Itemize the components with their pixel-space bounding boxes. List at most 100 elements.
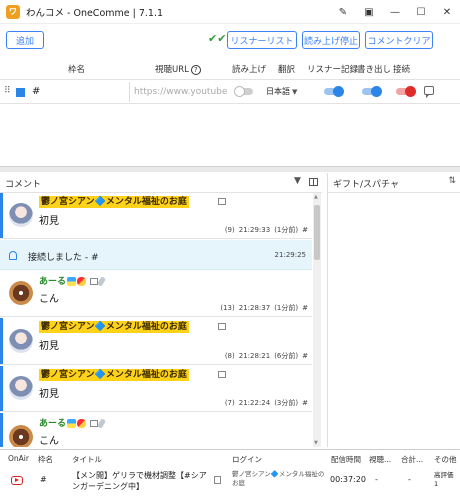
comment-item[interactable]: 鬱ノ宮シアン🔷メンタル福祉のお庭 初見 (7) 21:22:24 (3分前) # (0, 366, 312, 412)
emoji-icon (67, 277, 77, 286)
member-icon (218, 323, 226, 330)
comment-item[interactable]: あーる こん (13) 21:28:37 (1分前) # (0, 271, 312, 317)
stream-other: 高評価 1 (434, 471, 454, 488)
comment-text: こん (39, 294, 59, 305)
stream-title[interactable]: 【メン閲】ゲリラで機材調整【#シアンガーデニング中】 (72, 470, 210, 492)
columns-icon[interactable] (309, 178, 318, 186)
filter-icon[interactable]: ▼ (294, 176, 301, 186)
comment-panel-title: コメント (5, 180, 42, 190)
stream-room: # (40, 475, 47, 484)
emoji-icon (77, 419, 87, 428)
drag-handle-icon[interactable]: ⠿ (4, 86, 11, 96)
panel-divider[interactable] (0, 166, 460, 172)
scroll-up-arrow[interactable]: ▲ (314, 194, 318, 200)
commenter-name: 鬱ノ宮シアン🔷メンタル福祉のお庭 (39, 321, 189, 333)
picture-in-picture-icon[interactable]: ▣ (356, 0, 382, 24)
avatar (9, 203, 33, 227)
sort-icon[interactable]: ⇅ (448, 176, 456, 186)
language-select[interactable]: 日本語 ▼ (266, 86, 297, 97)
window-title: わんコメ - OneComme | 7.1.1 (26, 7, 164, 19)
listener-record-toggle[interactable] (324, 86, 344, 97)
room-row: ⠿ # https://www.youtube 日本語 ▼ (0, 80, 460, 104)
room-name-field[interactable]: # (32, 83, 127, 101)
header-viewers: 視聴... (369, 455, 392, 464)
member-icon (218, 198, 226, 205)
gift-panel-header: ギフト/スパチャ ⇅ (327, 173, 460, 193)
header-room-name: 枠名 (38, 455, 53, 464)
pin-icon[interactable]: ✎ (330, 0, 356, 24)
commenter-name: 鬱ノ宮シアン🔷メンタル福祉のお庭 (39, 196, 189, 208)
avatar (9, 281, 33, 305)
feather-icon (97, 418, 106, 429)
comment-item[interactable]: あーる こん (0, 413, 312, 447)
youtube-icon (11, 476, 23, 485)
app-logo-icon: ワ (6, 4, 20, 19)
emoji-icon (77, 277, 87, 286)
header-url: 視聴URL? (155, 63, 201, 75)
room-color-bar (0, 193, 3, 238)
comment-item[interactable]: 鬱ノ宮シアン🔷メンタル福祉のお庭 初見 (9) 21:29:33 (1分前) # (0, 193, 312, 239)
comment-item[interactable]: 鬱ノ宮シアン🔷メンタル福祉のお庭 初見 (8) 21:28:21 (6分前) # (0, 318, 312, 365)
export-toggle[interactable] (362, 86, 382, 97)
system-message-text: 接続しました - # (28, 253, 99, 263)
bell-icon (9, 251, 17, 260)
system-message-time: 21:29:25 (274, 251, 306, 259)
toolbar: 追加 ✔✔ リスナーリスト 読み上げ停止 コメントクリア (0, 28, 460, 52)
stream-duration: 00:37:20 (330, 475, 366, 484)
read-toggle[interactable] (234, 86, 253, 97)
room-color-bar (0, 366, 3, 411)
room-url-input[interactable]: https://www.youtube (129, 82, 229, 102)
minimize-button[interactable]: — (382, 0, 408, 24)
maximize-button[interactable]: ☐ (408, 0, 434, 24)
emoji-icon (67, 419, 77, 428)
comment-meta: (13) 21:28:37 (1分前) # (220, 304, 308, 312)
header-login: ログイン (232, 455, 262, 464)
comment-meta: (9) 21:29:33 (1分前) # (224, 226, 308, 234)
connect-toggle[interactable] (396, 86, 416, 97)
header-onair: OnAir (8, 454, 29, 463)
feather-icon (97, 276, 106, 287)
scroll-down-arrow[interactable]: ▼ (314, 440, 318, 446)
listener-list-button[interactable]: リスナーリスト (227, 31, 297, 49)
scroll-thumb[interactable] (314, 205, 320, 260)
commenter-name: あーる (39, 274, 106, 287)
gift-panel-body (327, 193, 460, 447)
avatar (9, 425, 33, 447)
help-icon[interactable]: ? (190, 64, 201, 75)
comment-meta: (8) 21:28:21 (6分前) # (224, 352, 308, 360)
stop-reading-button[interactable]: 読み上げ停止 (302, 31, 360, 49)
header-title: タイトル (72, 455, 102, 464)
stream-viewers: - (375, 475, 378, 484)
header-duration: 配信時間 (331, 455, 361, 464)
header-room-name: 枠名 (68, 65, 86, 75)
header-read: 読み上げ (232, 65, 267, 75)
title-bar: ワ わんコメ - OneComme | 7.1.1 ✎ ▣ — ☐ ✕ (0, 0, 460, 24)
room-color-bar (0, 413, 3, 447)
avatar (9, 329, 33, 353)
close-button[interactable]: ✕ (434, 0, 460, 24)
header-translate: 翻訳 (278, 65, 296, 75)
add-button[interactable]: 追加 (6, 31, 44, 49)
clear-comments-button[interactable]: コメントクリア (365, 31, 433, 49)
commenter-name: 鬱ノ宮シアン🔷メンタル福祉のお庭 (39, 369, 189, 381)
system-message: 接続しました - # 21:29:25 (0, 240, 312, 270)
copy-icon[interactable] (214, 476, 221, 484)
comment-text: こん (39, 436, 59, 447)
header-other: その他 (434, 455, 457, 464)
member-icon (218, 371, 226, 378)
header-export: 書き出し (357, 65, 392, 75)
gift-panel-title: ギフト/スパチャ (333, 180, 399, 190)
comment-text: 初見 (39, 341, 59, 352)
comment-scrollbar[interactable]: ▲ ▼ (313, 193, 321, 447)
comment-text: 初見 (39, 389, 59, 400)
room-table-header: 枠名 視聴URL? 読み上げ 翻訳 リスナー記録 書き出し 接続 (0, 58, 460, 80)
room-color-swatch[interactable] (16, 88, 25, 97)
avatar (9, 376, 33, 400)
stream-table: OnAir 枠名 タイトル ログイン 配信時間 視聴... 合計... その他 … (0, 449, 460, 500)
stream-login: 鬱ノ宮シアン🔷メンタル福祉のお庭 (232, 470, 325, 487)
header-connect: 接続 (393, 65, 411, 75)
commenter-name: あーる (39, 416, 106, 429)
stream-total: - (408, 475, 411, 484)
comment-panel-header: コメント ▼ (0, 173, 322, 193)
speech-bubble-icon[interactable] (424, 86, 434, 98)
